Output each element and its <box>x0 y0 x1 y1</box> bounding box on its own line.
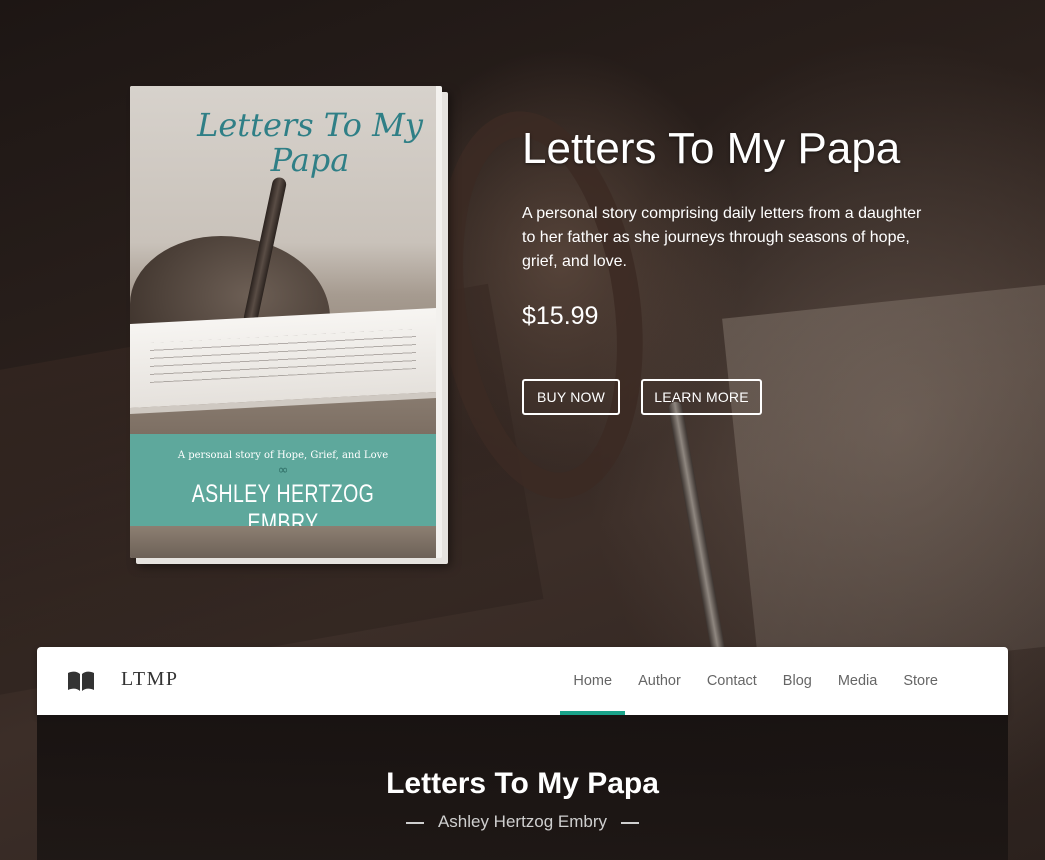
book-cover-notebook <box>130 307 436 415</box>
nav-menu: Home Author Contact Blog Media Store <box>560 647 951 715</box>
book-cover: Letters To My Papa A personal story of H… <box>130 86 442 558</box>
navbar: LTMP Home Author Contact Blog Media Stor… <box>37 647 1008 715</box>
nav-item-blog[interactable]: Blog <box>770 647 825 715</box>
hero-description: A personal story comprising daily letter… <box>522 205 922 270</box>
divider-dash <box>405 821 424 824</box>
section-title: Letters To My Papa <box>386 767 659 800</box>
nav-item-contact[interactable]: Contact <box>694 647 770 715</box>
title-section: Letters To My Papa Ashley Hertzog Embry <box>37 715 1008 860</box>
book-cover-table <box>130 526 436 558</box>
book-cover-title: Letters To My Papa <box>197 106 423 180</box>
nav-item-store[interactable]: Store <box>890 647 951 715</box>
section-subtitle-row: Ashley Hertzog Embry <box>37 812 1008 832</box>
infinity-icon: ∞ <box>277 463 289 478</box>
nav-item-author[interactable]: Author <box>625 647 694 715</box>
nav-item-home[interactable]: Home <box>560 647 625 715</box>
section-subtitle: Ashley Hertzog Embry <box>437 812 608 831</box>
divider-dash <box>621 821 640 824</box>
book-cover-band: A personal story of Hope, Grief, and Lov… <box>130 434 436 537</box>
background-pen-decoration <box>667 400 727 660</box>
price: $15.99 <box>522 302 599 330</box>
brand-logo[interactable]: LTMP <box>121 668 179 691</box>
nav-item-media[interactable]: Media <box>825 647 891 715</box>
learn-more-button[interactable]: LEARN MORE <box>641 379 762 415</box>
open-book-icon[interactable] <box>67 670 95 692</box>
book-cover-tagline: A personal story of Hope, Grief, and Lov… <box>177 450 389 461</box>
book-cover-photo: Letters To My Papa <box>130 86 436 434</box>
hero-title: Letters To My Papa <box>522 124 901 173</box>
buy-now-button[interactable]: BUY NOW <box>522 379 620 415</box>
background-paper-decoration <box>722 283 1045 677</box>
